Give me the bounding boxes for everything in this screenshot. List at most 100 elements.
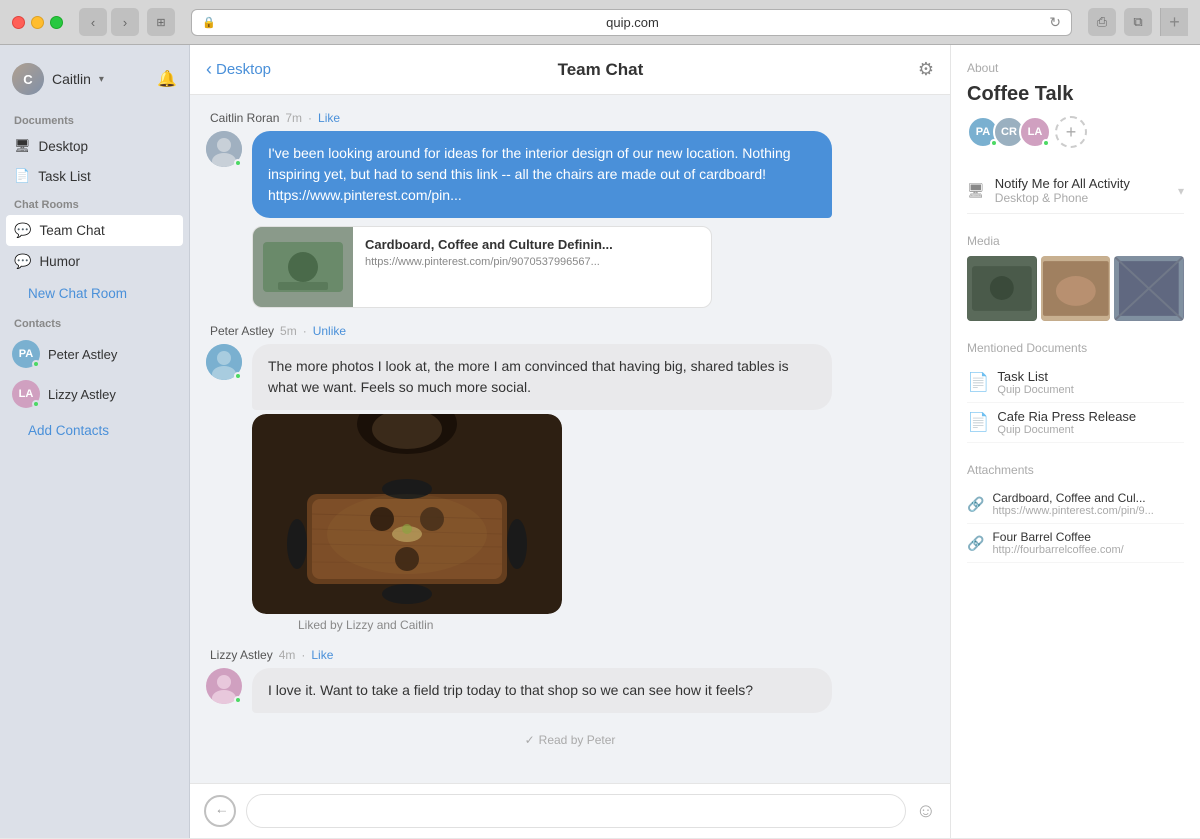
message-meta-1: Caitlin Roran 7m · Like (206, 111, 934, 125)
read-receipt: ✓ Read by Peter (206, 729, 934, 751)
member-avatars: PA CR LA + (967, 116, 1184, 148)
lizzy-avatar: LA (12, 380, 40, 408)
chat-title: Team Chat (283, 60, 918, 80)
chat-input-bar: ↑ ☺ (190, 783, 950, 838)
back-nav-button[interactable]: ‹ (79, 8, 107, 36)
like-action-3[interactable]: Like (311, 648, 333, 662)
sender-name-3: Lizzy Astley (210, 648, 273, 662)
contact-lizzy[interactable]: LA Lizzy Astley (0, 374, 189, 414)
link-preview-1[interactable]: Cardboard, Coffee and Culture Definin...… (252, 226, 712, 308)
media-thumb-1[interactable] (967, 256, 1037, 321)
emoji-icon[interactable]: ☺ (916, 800, 936, 823)
maximize-button[interactable] (50, 16, 63, 29)
about-label: About (967, 61, 1184, 75)
chat-header: ‹ Desktop Team Chat ⚙ (190, 45, 950, 95)
media-thumb-3[interactable] (1114, 256, 1184, 321)
message-row-1: I've been looking around for ideas for t… (206, 131, 934, 308)
msg-content-3: I love it. Want to take a field trip tod… (252, 668, 934, 713)
settings-gear-icon[interactable]: ⚙ (918, 59, 934, 80)
doc-text-tasklist: Task List Quip Document (997, 369, 1073, 396)
bubble-3: I love it. Want to take a field trip tod… (252, 668, 832, 713)
doc-cafe-ria[interactable]: 📄 Cafe Ria Press Release Quip Document (967, 403, 1184, 443)
bubble-2: The more photos I look at, the more I am… (252, 344, 832, 410)
message-row-3: I love it. Want to take a field trip tod… (206, 668, 934, 713)
browser-titlebar: ‹ › ⊞ 🔒 quip.com ↻ ⎙ ⧉ + (0, 0, 1200, 44)
media-label: Media (967, 234, 1184, 248)
browser-nav: ‹ › (79, 8, 139, 36)
liked-by-text: Liked by Lizzy and Caitlin (252, 614, 934, 632)
address-bar[interactable]: 🔒 quip.com ↻ (191, 9, 1072, 36)
sidebar-user[interactable]: C Caitlin ▾ 🔔 (0, 55, 189, 107)
documents-section-label: Documents (0, 107, 189, 131)
sidebar-item-desktop[interactable]: 🖥 Desktop (0, 131, 189, 161)
back-label: Desktop (216, 61, 271, 78)
sidebar: C Caitlin ▾ 🔔 Documents 🖥 Desktop 📄 Task… (0, 45, 190, 838)
group-name: Coffee Talk (967, 83, 1184, 106)
attachment-2[interactable]: 🔗 Four Barrel Coffee http://fourbarrelco… (967, 524, 1184, 563)
peter-online-indicator (32, 360, 40, 368)
close-button[interactable] (12, 16, 25, 29)
msg-content-2: The more photos I look at, the more I am… (252, 344, 934, 632)
notify-row[interactable]: 🖥 Notify Me for All Activity Desktop & P… (967, 168, 1184, 214)
notify-sub-text: Desktop & Phone (995, 191, 1168, 205)
attach-url-2: http://fourbarrelcoffee.com/ (992, 544, 1123, 556)
sidebar-item-teamchat[interactable]: 💬 Team Chat (6, 215, 183, 246)
message-input[interactable] (246, 794, 906, 828)
right-panel: About Coffee Talk PA CR LA + 🖥 Noti (950, 45, 1200, 838)
doc-type-tasklist: Quip Document (997, 384, 1073, 396)
doc-icon-caferia: 📄 (967, 412, 989, 433)
notify-chevron-icon: ▾ (1178, 184, 1184, 198)
contact-peter[interactable]: PA Peter Astley (0, 334, 189, 374)
share-button[interactable]: ⎙ (1088, 8, 1116, 36)
minimize-button[interactable] (31, 16, 44, 29)
like-action-1[interactable]: Like (318, 111, 340, 125)
forward-nav-button[interactable]: › (111, 8, 139, 36)
attach-url-1: https://www.pinterest.com/pin/9... (992, 505, 1153, 517)
new-tab-button[interactable]: ⧉ (1124, 8, 1152, 36)
link-preview-text-1: Cardboard, Coffee and Culture Definin...… (353, 227, 711, 307)
attachments-section: Attachments 🔗 Cardboard, Coffee and Cul.… (967, 463, 1184, 563)
app: C Caitlin ▾ 🔔 Documents 🖥 Desktop 📄 Task… (0, 45, 1200, 838)
read-receipt-text: Read by Peter (539, 733, 616, 747)
caitlin-online-dot (234, 159, 242, 167)
back-button[interactable]: ‹ Desktop (206, 59, 271, 80)
mentioned-docs-section: Mentioned Documents 📄 Task List Quip Doc… (967, 341, 1184, 443)
reload-button[interactable]: ↻ (1049, 14, 1061, 31)
about-section: About Coffee Talk PA CR LA + (967, 61, 1184, 148)
attach-text-2: Four Barrel Coffee http://fourbarrelcoff… (992, 530, 1123, 556)
humor-chat-icon: 💬 (14, 253, 31, 270)
send-button[interactable]: ↑ (204, 795, 236, 827)
link-icon-1: 🔗 (967, 496, 984, 513)
unlike-action-2[interactable]: Unlike (313, 324, 346, 338)
notify-section: 🖥 Notify Me for All Activity Desktop & P… (967, 168, 1184, 214)
add-tab-button[interactable]: + (1160, 8, 1188, 36)
chat-messages: Caitlin Roran 7m · Like (190, 95, 950, 783)
monitor-icon: 🖥 (967, 182, 985, 199)
avatar: C (12, 63, 44, 95)
back-chevron-icon: ‹ (206, 59, 212, 80)
checkmark-icon: ✓ (525, 733, 535, 747)
chatrooms-section-label: Chat Rooms (0, 191, 189, 215)
desktop-icon: 🖥 (14, 138, 31, 154)
add-member-button[interactable]: + (1055, 116, 1087, 148)
mentioned-docs-label: Mentioned Documents (967, 341, 1184, 355)
doc-task-list[interactable]: 📄 Task List Quip Document (967, 363, 1184, 403)
attach-text-1: Cardboard, Coffee and Cul... https://www… (992, 491, 1153, 517)
sidebar-item-humor[interactable]: 💬 Humor (0, 246, 189, 277)
attachment-1[interactable]: 🔗 Cardboard, Coffee and Cul... https://w… (967, 485, 1184, 524)
sidebar-item-tasklist[interactable]: 📄 Task List (0, 161, 189, 191)
attach-name-1: Cardboard, Coffee and Cul... (992, 491, 1153, 505)
link-icon-2: 🔗 (967, 535, 984, 552)
media-grid (967, 256, 1184, 321)
msg-avatar-lizzy (206, 668, 242, 704)
media-section: Media (967, 234, 1184, 321)
new-chat-room-link[interactable]: New Chat Room (14, 281, 175, 306)
lock-icon: 🔒 (202, 16, 216, 29)
url-display: quip.com (222, 15, 1044, 30)
media-thumb-2[interactable] (1041, 256, 1111, 321)
lizzy-name: Lizzy Astley (48, 387, 116, 402)
notifications-bell-icon[interactable]: 🔔 (157, 69, 177, 89)
peter-name: Peter Astley (48, 347, 117, 362)
add-contacts-link[interactable]: Add Contacts (14, 418, 175, 443)
reader-button[interactable]: ⊞ (147, 8, 175, 36)
